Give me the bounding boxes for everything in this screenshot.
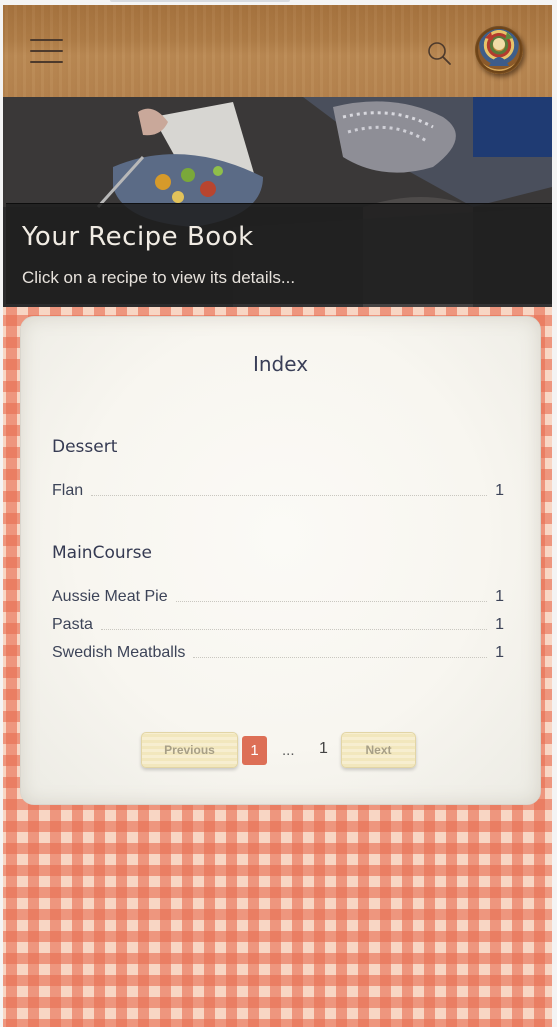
category-heading-dessert: Dessert (52, 437, 118, 457)
category-heading-maincourse: MainCourse (52, 543, 152, 563)
recipe-page-number: 1 (495, 616, 504, 633)
recipe-entry-swedish-meatballs[interactable]: Swedish Meatballs 1 (52, 642, 504, 662)
app-frame: Your Recipe Book Click on a recipe to vi… (3, 5, 552, 1027)
recipe-name[interactable]: Swedish Meatballs (52, 644, 185, 662)
current-page-indicator[interactable]: 1 (242, 736, 267, 765)
recipe-index-card: Index Dessert Flan 1 MainCourse Aussie M… (20, 316, 541, 805)
page-title: Your Recipe Book (22, 222, 254, 252)
hamburger-menu-icon[interactable] (30, 39, 63, 63)
dot-leader (91, 495, 488, 496)
hero-caption: Your Recipe Book Click on a recipe to vi… (6, 203, 552, 304)
menu-line (30, 39, 63, 41)
next-page-button[interactable]: Next (341, 732, 416, 768)
search-icon[interactable] (426, 40, 452, 66)
menu-line (30, 61, 63, 63)
recipe-entry-pasta[interactable]: Pasta 1 (52, 614, 504, 634)
recipe-name[interactable]: Pasta (52, 616, 93, 634)
recipe-page-number: 1 (495, 482, 504, 499)
dot-leader (193, 657, 488, 658)
browser-top-strip (110, 0, 290, 2)
previous-page-button[interactable]: Previous (141, 732, 238, 768)
recipe-page-number: 1 (495, 644, 504, 661)
recipe-entry-aussie-meat-pie[interactable]: Aussie Meat Pie 1 (52, 586, 504, 606)
dot-leader (175, 601, 488, 602)
last-page-link[interactable]: 1 (319, 740, 328, 758)
app-header (3, 5, 552, 98)
recipe-name[interactable]: Flan (52, 482, 83, 500)
recipe-entry-flan[interactable]: Flan 1 (52, 480, 504, 500)
hero-banner: Your Recipe Book Click on a recipe to vi… (3, 97, 552, 307)
index-title: Index (252, 352, 309, 376)
recipe-page-number: 1 (495, 588, 504, 605)
page-subtitle: Click on a recipe to view its details... (22, 268, 296, 287)
menu-line (30, 50, 63, 52)
recipe-name[interactable]: Aussie Meat Pie (52, 588, 168, 606)
dot-leader (100, 629, 488, 630)
pagination-ellipsis: ... (282, 742, 295, 759)
user-avatar[interactable] (475, 26, 523, 74)
